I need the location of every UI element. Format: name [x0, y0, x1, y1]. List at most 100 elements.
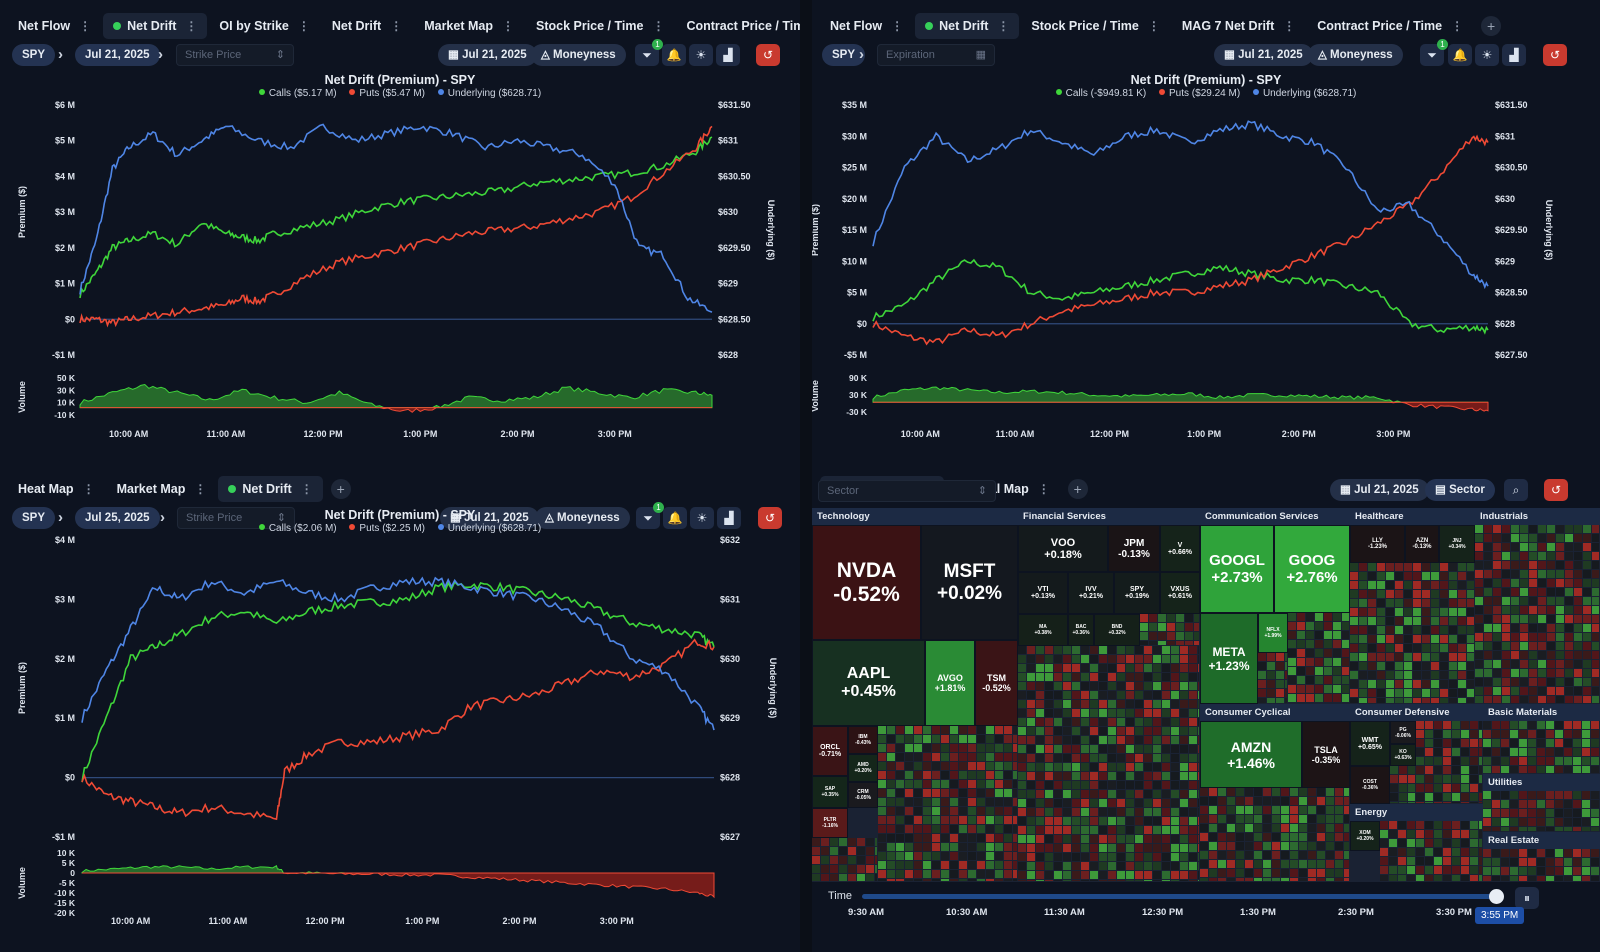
sector-button[interactable]: ▤ Sector: [1425, 479, 1495, 501]
tile-msft[interactable]: MSFT +0.02%: [921, 525, 1018, 640]
small-tile: [1467, 563, 1474, 571]
net-drift-chart[interactable]: $6 M$5 M$4 M$3 M$2 M$1 M$0-$1 M$631.50$6…: [0, 0, 800, 463]
small-tile: [1546, 849, 1554, 857]
small-tile: [1171, 790, 1179, 798]
date-picker[interactable]: ▦ Jul 21, 2025: [1330, 479, 1429, 501]
tile-nflx[interactable]: NFLX +1.99%: [1258, 613, 1288, 653]
tile-voo[interactable]: VOO +0.18%: [1018, 525, 1108, 572]
tile-orcl[interactable]: ORCL -0.71%: [812, 726, 848, 776]
small-tile: [1475, 543, 1483, 551]
tile-sap[interactable]: SAP +0.35%: [812, 776, 848, 808]
tile-bac[interactable]: BAC +0.36%: [1068, 614, 1094, 646]
sector-utilities[interactable]: Utilities: [1483, 774, 1600, 832]
tile-v[interactable]: V +0.66%: [1160, 525, 1200, 572]
small-tile: [1583, 561, 1591, 569]
market-treemap[interactable]: Technology NVDA -0.52% MSFT +0.02% AAPL +0.…: [812, 508, 1600, 952]
sector-consumer-cyclical[interactable]: Consumer Cyclical AMZN +1.46% TSLA -0.35%: [1200, 704, 1350, 882]
small-tile: [1395, 662, 1403, 670]
small-tile: [1018, 835, 1026, 843]
tile-azn[interactable]: AZN -0.13%: [1405, 525, 1439, 563]
tile-spy[interactable]: SPY +0.19%: [1114, 572, 1160, 614]
tile-vti[interactable]: VTI +0.13%: [1018, 572, 1068, 614]
slider-thumb[interactable]: [1488, 889, 1504, 904]
sector-technology[interactable]: Technology NVDA -0.52% MSFT +0.02% AAPL +0.…: [812, 508, 1018, 882]
tile-jnj[interactable]: JNJ +0.34%: [1439, 525, 1475, 563]
tile-aapl[interactable]: AAPL +0.45%: [812, 640, 925, 726]
net-drift-chart[interactable]: $4 M$3 M$2 M$1 M$0-$1 M$632$631$630$629$…: [0, 463, 800, 952]
tile-xom[interactable]: XOM +0.20%: [1350, 821, 1380, 851]
tile-cost[interactable]: COST -0.36%: [1350, 766, 1390, 804]
tile-lly[interactable]: LLY -1.23%: [1350, 525, 1405, 563]
small-tile: [1004, 870, 1012, 878]
small-tile: [1564, 757, 1572, 765]
tile-ma[interactable]: MA +0.38%: [1018, 614, 1068, 646]
small-tile: [1018, 673, 1026, 681]
small-tile: [1153, 673, 1161, 681]
small-tile: [1547, 588, 1555, 596]
sector-consumer-defensive[interactable]: Consumer Defensive WMT +0.65% PG -0.06% KO…: [1350, 704, 1483, 804]
small-tile: [1335, 815, 1343, 823]
small-tile: [1200, 815, 1208, 823]
small-tile: [914, 879, 922, 881]
small-tile: [923, 807, 931, 815]
tile-bnd[interactable]: BND +0.32%: [1094, 614, 1140, 646]
sector-communication-services[interactable]: Communication Services GOOGL +2.73% GOOG +…: [1200, 508, 1350, 704]
tile-amzn[interactable]: AMZN +1.46%: [1200, 721, 1302, 788]
small-tile: [1254, 797, 1262, 805]
small-tile: [905, 798, 913, 806]
small-tile: [1407, 875, 1415, 881]
tile-tsla[interactable]: TSLA -0.35%: [1302, 721, 1350, 788]
reset-icon[interactable]: ↺: [1544, 479, 1568, 501]
time-slider[interactable]: [862, 889, 1504, 904]
sector-basic-materials[interactable]: Basic Materials: [1483, 704, 1600, 774]
net-drift-chart[interactable]: $35 M$30 M$25 M$20 M$15 M$10 M$5 M$0-$5 …: [812, 0, 1600, 463]
sector-energy[interactable]: Energy XOM +0.20%: [1350, 804, 1483, 882]
small-tile: [1135, 664, 1143, 672]
small-tile: [1547, 534, 1555, 542]
small-tile: [1162, 772, 1170, 780]
tile-meta[interactable]: META +1.23%: [1200, 613, 1258, 704]
tile-googl[interactable]: GOOGL +2.73%: [1200, 525, 1274, 613]
tile-amd[interactable]: AMD +0.20%: [848, 754, 878, 782]
small-tile: [1479, 793, 1482, 801]
small-tile: [1198, 646, 1199, 654]
small-tile: [1501, 730, 1509, 738]
small-tile: [1263, 878, 1271, 881]
tile-ibm[interactable]: IBM -0.43%: [848, 726, 878, 754]
tile-pltr[interactable]: PLTR -1.16%: [812, 808, 848, 838]
tile-ko[interactable]: KO +0.63%: [1390, 744, 1416, 766]
sector-real-estate[interactable]: Real Estate: [1483, 832, 1600, 882]
tile-goog[interactable]: GOOG +2.76%: [1274, 525, 1350, 613]
tile-vxus[interactable]: VXUS +0.61%: [1160, 572, 1200, 614]
tile-nvda[interactable]: NVDA -0.52%: [812, 525, 921, 640]
tile-wmt[interactable]: WMT +0.65%: [1350, 721, 1390, 766]
small-tile: [1162, 691, 1170, 699]
small-tile: [1299, 815, 1307, 823]
sector-select[interactable]: Sector ⇕: [818, 480, 996, 502]
small-tile: [1189, 655, 1197, 663]
small-tile: [1081, 826, 1089, 834]
small-tile: [1171, 682, 1179, 690]
tile-avgo[interactable]: AVGO +1.81%: [925, 640, 975, 726]
tile-ivv[interactable]: IVV +0.21%: [1068, 572, 1114, 614]
sector-financial-services[interactable]: Financial Services VOO +0.18% JPM -0.13% V…: [1018, 508, 1200, 882]
small-tile: [986, 870, 994, 878]
search-icon[interactable]: ⌕: [1504, 479, 1528, 501]
small-tile: [1200, 842, 1208, 850]
small-tile: [1135, 844, 1143, 852]
tile-tsm[interactable]: TSM -0.52%: [975, 640, 1018, 726]
tile-pg[interactable]: PG -0.06%: [1390, 721, 1416, 744]
small-tile: [1484, 534, 1492, 542]
small-tile: [1108, 808, 1116, 816]
sector-industrials[interactable]: Industrials: [1475, 508, 1600, 704]
sector-healthcare[interactable]: Healthcare LLY -1.23% AZN -0.13% JNJ +0.34%: [1350, 508, 1475, 704]
small-tile: [1582, 766, 1590, 773]
tile-jpm[interactable]: JPM -0.13%: [1108, 525, 1160, 572]
tile-crm[interactable]: CRM -0.05%: [848, 782, 878, 808]
small-tile: [1452, 757, 1460, 765]
small-tile: [1434, 866, 1442, 874]
small-tile: [1582, 809, 1590, 817]
pause-icon[interactable]: ⏸: [1515, 887, 1539, 909]
small-tile: [1425, 757, 1433, 765]
y-tick-label: $1 M: [55, 279, 75, 289]
